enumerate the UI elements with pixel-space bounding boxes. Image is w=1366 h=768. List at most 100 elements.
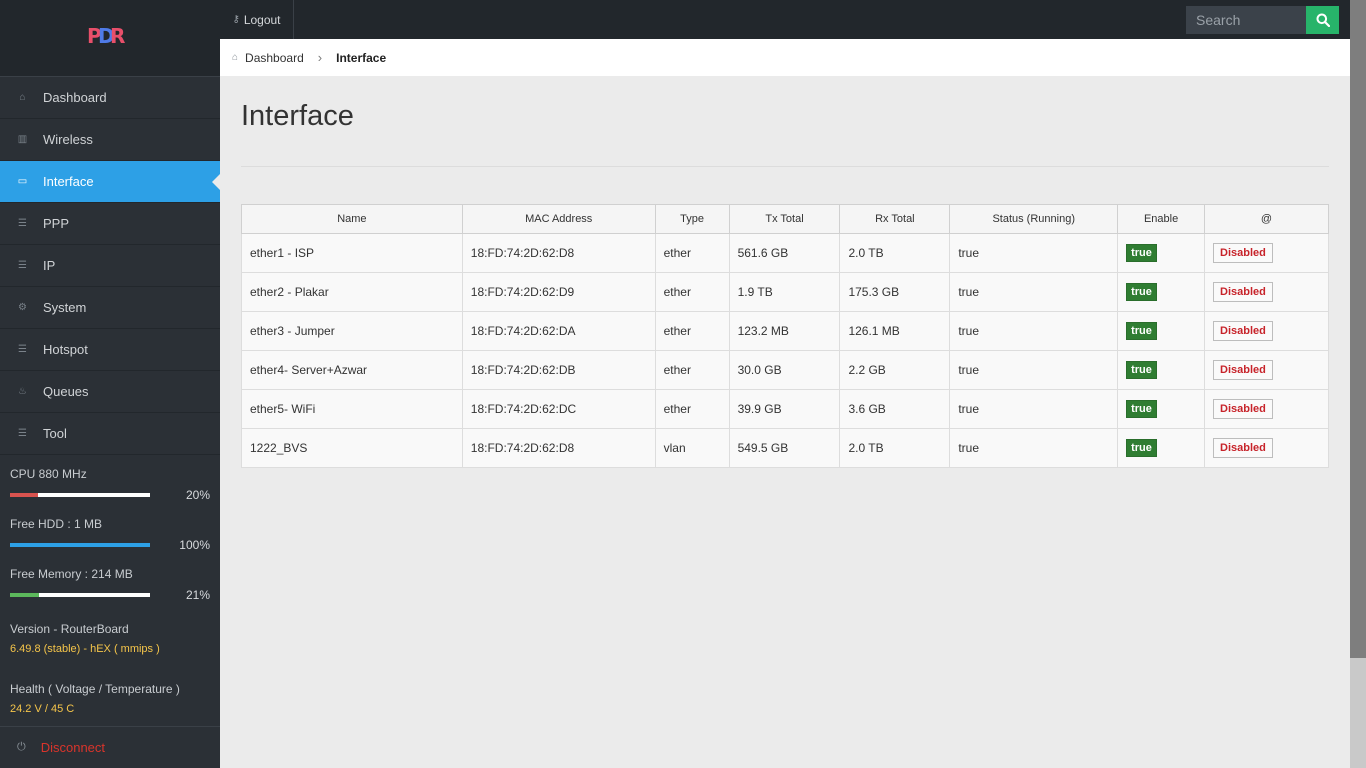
cell-status: true xyxy=(949,389,1119,429)
stat-meter: Free Memory : 214 MB 21% xyxy=(0,567,220,605)
cell-mac: 18:FD:74:2D:62:DA xyxy=(461,311,656,351)
system-stats: CPU 880 MHz 20% Free HDD : 1 MB 100% Free Me… xyxy=(0,467,220,605)
sidebar: P D R ⌂ Dashboard ▥ Wireless ▭ Interface ☰ PPP ☰… xyxy=(0,0,220,768)
cell-mac: 18:FD:74:2D:62:DC xyxy=(461,389,656,429)
cell-rx: 2.0 TB xyxy=(839,233,951,273)
sidebar-item-label: Dashboard xyxy=(43,90,107,105)
brand-logo[interactable]: P D R xyxy=(87,25,131,47)
column-header: Tx Total xyxy=(728,204,841,234)
disable-button[interactable]: Disabled xyxy=(1213,282,1273,302)
logout-label: Logout xyxy=(243,12,281,27)
cell-rx: 3.6 GB xyxy=(839,389,951,429)
cogs-icon: ⚙ xyxy=(18,302,27,313)
cell-type: vlan xyxy=(654,428,730,468)
stat-label: Free Memory : 214 MB xyxy=(10,567,133,581)
cell-action: Disabled xyxy=(1204,428,1329,468)
table-row: 1222_BVS 18:FD:74:2D:62:D8 vlan 549.5 GB 2.0… xyxy=(241,428,1329,468)
stat-bar-fill xyxy=(10,493,38,497)
enabled-badge: true xyxy=(1126,244,1157,262)
logout-button[interactable]: ⚷ Logout xyxy=(220,0,294,39)
cell-enable: true xyxy=(1117,311,1206,351)
health-value: 24.2 V / 45 C xyxy=(10,703,75,715)
cell-mac: 18:FD:74:2D:62:D8 xyxy=(461,233,656,273)
stat-label: CPU 880 MHz xyxy=(10,467,87,481)
stat-percent: 21% xyxy=(185,588,210,602)
list-icon: ☰ xyxy=(18,218,27,229)
stat-bar xyxy=(10,493,150,497)
cell-type: ether xyxy=(654,272,730,312)
sidebar-item-system[interactable]: ⚙ System xyxy=(0,287,220,329)
cell-type: ether xyxy=(654,350,730,390)
cell-action: Disabled xyxy=(1204,389,1329,429)
breadcrumb-current: Interface xyxy=(336,50,387,65)
sidebar-item-wireless[interactable]: ▥ Wireless xyxy=(0,119,220,161)
sidebar-item-ip[interactable]: ☰ IP xyxy=(0,245,220,287)
table-row: ether2 - Plakar 18:FD:74:2D:62:D9 ether 1.9… xyxy=(241,272,1329,312)
stat-percent: 100% xyxy=(179,538,210,552)
cell-tx: 1.9 TB xyxy=(728,272,841,312)
disable-button[interactable]: Disabled xyxy=(1213,360,1273,380)
cell-rx: 126.1 MB xyxy=(839,311,951,351)
search-button[interactable] xyxy=(1306,6,1339,34)
cell-enable: true xyxy=(1117,350,1206,390)
health-label: Health ( Voltage / Temperature ) xyxy=(10,682,180,696)
breadcrumb-home[interactable]: Dashboard xyxy=(245,51,304,65)
search-input[interactable] xyxy=(1186,6,1306,34)
scrollbar-thumb[interactable] xyxy=(1350,0,1366,658)
power-icon: ⏻ xyxy=(17,741,26,753)
stat-bar xyxy=(10,543,150,547)
cell-type: ether xyxy=(654,233,730,273)
sidebar-item-queues[interactable]: ♨ Queues xyxy=(0,371,220,413)
hdd-icon: ▭ xyxy=(17,176,28,187)
column-header: Enable xyxy=(1117,204,1206,234)
page-scrollbar[interactable] xyxy=(1350,0,1366,768)
title-divider xyxy=(241,166,1329,167)
cell-rx: 175.3 GB xyxy=(839,272,951,312)
cell-tx: 30.0 GB xyxy=(728,350,841,390)
sidebar-item-label: Hotspot xyxy=(43,342,88,357)
sidebar-item-dashboard[interactable]: ⌂ Dashboard xyxy=(0,77,220,119)
sidebar-item-tool[interactable]: ☰ Tool xyxy=(0,413,220,455)
fire-icon: ♨ xyxy=(18,386,27,397)
cell-enable: true xyxy=(1117,389,1206,429)
disable-button[interactable]: Disabled xyxy=(1213,321,1273,341)
enabled-badge: true xyxy=(1126,439,1157,457)
table-body: ether1 - ISP 18:FD:74:2D:62:D8 ether 561.6 … xyxy=(241,233,1329,468)
stat-meter: CPU 880 MHz 20% xyxy=(0,467,220,505)
cell-action: Disabled xyxy=(1204,350,1329,390)
sidebar-item-hotspot[interactable]: ☰ Hotspot xyxy=(0,329,220,371)
sidebar-item-interface[interactable]: ▭ Interface xyxy=(0,161,220,203)
chevron-right-icon: › xyxy=(317,50,323,65)
sidebar-item-label: System xyxy=(43,300,87,315)
stat-percent: 20% xyxy=(185,488,210,502)
column-header: Rx Total xyxy=(839,204,951,234)
enabled-badge: true xyxy=(1126,322,1157,340)
disconnect-button[interactable]: ⏻ Disconnect xyxy=(0,726,220,768)
stat-bar-fill xyxy=(10,543,150,547)
disable-button[interactable]: Disabled xyxy=(1213,399,1273,419)
sidebar-item-label: Wireless xyxy=(43,132,93,147)
disable-button[interactable]: Disabled xyxy=(1213,243,1273,263)
version-info: Version - RouterBoard 6.49.8 (stable) - … xyxy=(0,619,220,659)
disable-button[interactable]: Disabled xyxy=(1213,438,1273,458)
cell-action: Disabled xyxy=(1204,311,1329,351)
logo-area: P D R xyxy=(0,0,220,77)
sidebar-item-ppp[interactable]: ☰ PPP xyxy=(0,203,220,245)
key-icon: ⚷ xyxy=(232,14,240,25)
enabled-badge: true xyxy=(1126,400,1157,418)
sidebar-item-label: Queues xyxy=(43,384,89,399)
column-header: Type xyxy=(654,204,730,234)
sidebar-item-label: IP xyxy=(43,258,56,273)
list-icon: ☰ xyxy=(18,344,27,355)
cell-rx: 2.0 TB xyxy=(839,428,951,468)
version-value: 6.49.8 (stable) - hEX ( mmips ) xyxy=(10,643,160,655)
enabled-badge: true xyxy=(1126,283,1157,301)
column-header: Name xyxy=(241,204,463,234)
sidebar-nav: ⌂ Dashboard ▥ Wireless ▭ Interface ☰ PPP ☰ IP ⚙ Sys… xyxy=(0,77,220,455)
stat-label: Free HDD : 1 MB xyxy=(10,517,103,531)
column-header: Status (Running) xyxy=(949,204,1119,234)
stat-bar xyxy=(10,593,150,597)
table-header-row: Name MAC Address Type Tx Total Rx Total Statu… xyxy=(241,204,1329,234)
cell-name: ether3 - Jumper xyxy=(241,311,463,351)
column-header: MAC Address xyxy=(461,204,656,234)
